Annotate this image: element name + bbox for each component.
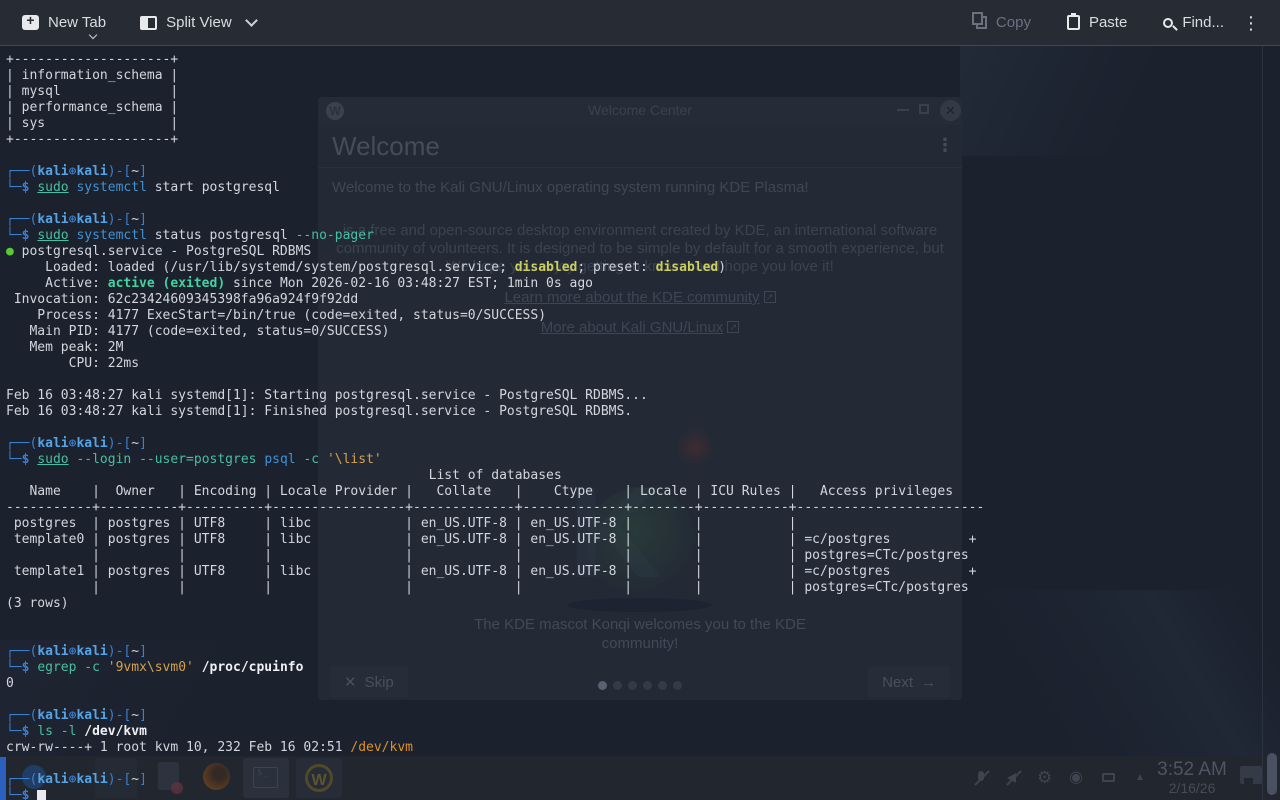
terminal-line: template1 | postgres | UTF8 | libc | en_… xyxy=(6,564,1262,580)
terminal-line xyxy=(6,148,1262,164)
new-tab-label: New Tab xyxy=(48,14,106,31)
terminal-line: | sys | xyxy=(6,116,1262,132)
terminal-line: postgres | postgres | UTF8 | libc | en_U… xyxy=(6,516,1262,532)
terminal-line: crw-rw----+ 1 root kvm 10, 232 Feb 16 02… xyxy=(6,740,1262,756)
terminal-line: List of databases xyxy=(6,468,1262,484)
terminal-line xyxy=(6,628,1262,644)
terminal-line: +--------------------+ xyxy=(6,52,1262,68)
new-tab-chevron-icon[interactable] xyxy=(89,30,97,38)
terminal-line xyxy=(6,196,1262,212)
new-tab-icon xyxy=(22,15,39,30)
terminal-line: Name | Owner | Encoding | Locale Provide… xyxy=(6,484,1262,500)
terminal-line: template0 | postgres | UTF8 | libc | en_… xyxy=(6,532,1262,548)
find-button[interactable]: Find... xyxy=(1153,0,1234,46)
terminal-line: ┌──(kali⊛kali)-[~] xyxy=(6,708,1262,724)
terminal-line: | information_schema | xyxy=(6,68,1262,84)
terminal-line xyxy=(6,692,1262,708)
terminal-line: | | | | | | | | postgres=CTc/postgres xyxy=(6,580,1262,596)
kebab-menu-icon[interactable]: ⋮ xyxy=(1234,0,1268,46)
terminal-line xyxy=(6,756,1262,772)
terminal-line: | performance_schema | xyxy=(6,100,1262,116)
terminal-line xyxy=(6,372,1262,388)
terminal-line: └─$ sudo systemctl status postgresql --n… xyxy=(6,228,1262,244)
terminal-line: +--------------------+ xyxy=(6,132,1262,148)
split-view-button[interactable]: Split View xyxy=(130,0,266,46)
terminal-scrollbar[interactable] xyxy=(1262,46,1280,800)
terminal-line: | mysql | xyxy=(6,84,1262,100)
qterminal-window: New Tab Split View Copy Paste Find... ⋮ xyxy=(0,0,1280,800)
terminal-line: Loaded: loaded (/usr/lib/systemd/system/… xyxy=(6,260,1262,276)
terminal-line: -----------+----------+----------+------… xyxy=(6,500,1262,516)
copy-icon xyxy=(976,16,987,29)
terminal-line xyxy=(6,612,1262,628)
copy-label: Copy xyxy=(996,14,1031,31)
terminal-line: └─$ xyxy=(6,788,1262,800)
terminal-line: Active: active (exited) since Mon 2026-0… xyxy=(6,276,1262,292)
terminal-line: ┌──(kali⊛kali)-[~] xyxy=(6,164,1262,180)
terminal-line xyxy=(6,420,1262,436)
scrollbar-thumb[interactable] xyxy=(1267,753,1277,795)
terminal-line: ┌──(kali⊛kali)-[~] xyxy=(6,436,1262,452)
find-label: Find... xyxy=(1182,14,1224,31)
terminal-line: └─$ egrep -c '9vmx\svm0' /proc/cpuinfo xyxy=(6,660,1262,676)
terminal-line: Mem peak: 2M xyxy=(6,340,1262,356)
search-icon xyxy=(1163,18,1173,28)
terminal-line: ┌──(kali⊛kali)-[~] xyxy=(6,772,1262,788)
terminal-toolbar: New Tab Split View Copy Paste Find... ⋮ xyxy=(0,0,1280,46)
terminal-line: Invocation: 62c23424609345398fa96a924f9f… xyxy=(6,292,1262,308)
split-view-chevron-icon xyxy=(245,14,258,27)
terminal-line: └─$ ls -l /dev/kvm xyxy=(6,724,1262,740)
terminal-cursor xyxy=(37,790,46,800)
split-view-label: Split View xyxy=(166,14,232,31)
terminal-line: Feb 16 03:48:27 kali systemd[1]: Startin… xyxy=(6,388,1262,404)
terminal-line: | | | | | | | | postgres=CTc/postgres xyxy=(6,548,1262,564)
terminal-line: Feb 16 03:48:27 kali systemd[1]: Finishe… xyxy=(6,404,1262,420)
paste-icon xyxy=(1067,15,1080,30)
terminal-output[interactable]: +--------------------+| information_sche… xyxy=(0,46,1262,800)
new-tab-button[interactable]: New Tab xyxy=(12,0,116,46)
terminal-line: └─$ sudo --login --user=postgres psql -c… xyxy=(6,452,1262,468)
terminal-line: (3 rows) xyxy=(6,596,1262,612)
terminal-line: ● postgresql.service - PostgreSQL RDBMS xyxy=(6,244,1262,260)
terminal-line: Process: 4177 ExecStart=/bin/true (code=… xyxy=(6,308,1262,324)
paste-label: Paste xyxy=(1089,14,1127,31)
terminal-line: ┌──(kali⊛kali)-[~] xyxy=(6,644,1262,660)
terminal-line: CPU: 22ms xyxy=(6,356,1262,372)
terminal-line: 0 xyxy=(6,676,1262,692)
paste-button[interactable]: Paste xyxy=(1057,0,1137,46)
split-view-icon xyxy=(140,16,157,30)
terminal-line: Main PID: 4177 (code=exited, status=0/SU… xyxy=(6,324,1262,340)
terminal-line: └─$ sudo systemctl start postgresql xyxy=(6,180,1262,196)
copy-button[interactable]: Copy xyxy=(960,0,1041,46)
terminal-line: ┌──(kali⊛kali)-[~] xyxy=(6,212,1262,228)
